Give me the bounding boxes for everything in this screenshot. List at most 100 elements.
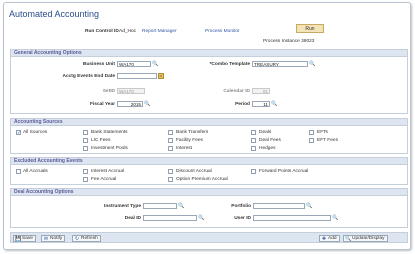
process-instance-label: Process Instance — [263, 39, 300, 44]
efts-label: EFTs — [317, 130, 328, 135]
bank-transfers-checkbox[interactable] — [168, 130, 173, 135]
calendar-icon[interactable]: 31 — [158, 73, 164, 79]
general-accounting-options-header: General Accounting Options — [11, 50, 407, 57]
option-premium-accrual-label: Option Premium Accrual — [176, 177, 228, 182]
add-icon: ✚ — [321, 236, 327, 242]
page-title: Automated Accounting — [9, 9, 100, 19]
deal-id-lookup-icon[interactable]: 🔍 — [198, 215, 204, 221]
run-button[interactable]: Run — [296, 24, 324, 33]
instrument-type-input[interactable] — [143, 203, 177, 209]
deals-checkbox[interactable] — [251, 130, 256, 135]
events-end-date-input[interactable] — [117, 73, 157, 79]
fee-accrual-checkbox[interactable] — [83, 177, 88, 182]
save-button[interactable]: 💾 Save — [13, 235, 36, 242]
instrument-type-label: Instrument Type — [104, 204, 141, 209]
report-manager-link[interactable]: Report Manager — [142, 29, 177, 34]
interest-checkbox[interactable] — [168, 146, 173, 151]
deal-accounting-options-section: Deal Accounting Options Instrument Type … — [10, 188, 408, 228]
all-sources-checkbox[interactable]: ✓ — [16, 130, 21, 135]
business-unit-lookup-icon[interactable]: 🔍 — [152, 61, 158, 67]
lic-fees-label: LIC Fees — [91, 138, 111, 143]
update-display-button-label: Update/Display — [352, 236, 385, 241]
deal-fees-checkbox[interactable] — [251, 138, 256, 143]
update-display-icon: 🔍 — [345, 236, 352, 242]
period-label: Period — [235, 102, 250, 107]
option-premium-accrual-checkbox[interactable] — [168, 177, 173, 182]
setid-input: WA170 — [117, 88, 145, 94]
eft-fees-label: EFT Fees — [317, 138, 338, 143]
fiscal-year-lookup-icon[interactable]: 🔍 — [144, 101, 150, 107]
update-display-button[interactable]: 🔍 Update/Display — [343, 235, 388, 242]
discount-accrual-label: Discount Accrual — [176, 169, 212, 174]
portfolio-label: Portfolio — [231, 204, 251, 209]
add-button-label: Add — [328, 236, 337, 241]
excluded-accounting-events-header: Excluded Accounting Events — [11, 158, 407, 165]
instrument-type-lookup-icon[interactable]: 🔍 — [178, 203, 184, 209]
run-control-label: Run Control ID — [85, 29, 119, 34]
discount-accrual-checkbox[interactable] — [168, 169, 173, 174]
setid-label: SetID — [102, 89, 115, 94]
all-accruals-label: All Accruals — [23, 169, 48, 174]
fee-accrual-label: Fee Accrual — [91, 177, 117, 182]
bank-statements-label: Bank Statements — [91, 130, 128, 135]
investment-pools-label: Investment Pools — [91, 146, 128, 151]
general-accounting-options-section: General Accounting Options Business Unit… — [10, 49, 408, 114]
run-control-value: Ad_Hoc — [119, 29, 137, 34]
all-accruals-checkbox[interactable] — [16, 169, 21, 174]
interest-accrual-label: Interest Accrual — [91, 169, 125, 174]
calendar-id-input: 01 — [252, 88, 270, 94]
save-icon: 💾 — [15, 236, 22, 242]
portfolio-input[interactable] — [253, 203, 305, 209]
refresh-button[interactable]: ↻ Refresh — [72, 235, 101, 242]
deal-id-label: Deal ID — [124, 216, 141, 221]
all-sources-label: All Sources — [23, 130, 48, 135]
fiscal-year-input[interactable]: 2015 — [117, 101, 143, 107]
deal-accounting-options-header: Deal Accounting Options — [11, 189, 407, 196]
period-lookup-icon[interactable]: 🔍 — [271, 101, 277, 107]
forward-points-accrual-label: Forward Points Accrual — [259, 169, 309, 174]
refresh-button-label: Refresh — [81, 236, 98, 241]
facility-fees-checkbox[interactable] — [168, 138, 173, 143]
calendar-id-label: Calendar ID — [223, 89, 250, 94]
process-instance-value: 39023 — [301, 39, 315, 44]
add-button[interactable]: ✚ Add — [319, 235, 340, 242]
investment-pools-checkbox[interactable] — [83, 146, 88, 151]
deal-fees-label: Deal Fees — [259, 138, 281, 143]
events-end-date-label: Acctg Events End Date — [62, 74, 115, 79]
lic-fees-checkbox[interactable] — [83, 138, 88, 143]
period-input[interactable]: 11 — [252, 101, 270, 107]
fiscal-year-label: Fiscal Year — [90, 102, 115, 107]
deal-id-input[interactable] — [143, 215, 197, 221]
combo-template-lookup-icon[interactable]: 🔍 — [309, 61, 315, 67]
accounting-sources-header: Accounting Sources — [11, 119, 407, 126]
bank-statements-checkbox[interactable] — [83, 130, 88, 135]
portfolio-lookup-icon[interactable]: 🔍 — [306, 203, 312, 209]
efts-checkbox[interactable] — [309, 130, 314, 135]
deals-label: Deals — [259, 130, 272, 135]
excluded-accounting-events-section: Excluded Accounting Events All Accruals … — [10, 157, 408, 185]
user-id-label: User ID — [234, 216, 251, 221]
accounting-sources-section: Accounting Sources ✓ All Sources Bank St… — [10, 118, 408, 154]
eft-fees-checkbox[interactable] — [309, 138, 314, 143]
bottom-toolbar: 💾 Save ✉ Notify ↻ Refresh ✚ Add 🔍 Update… — [10, 232, 408, 243]
hedges-checkbox[interactable] — [251, 146, 256, 151]
interest-accrual-checkbox[interactable] — [83, 169, 88, 174]
hedges-label: Hedges — [259, 146, 276, 151]
process-monitor-link[interactable]: Process Monitor — [205, 29, 240, 34]
facility-fees-label: Facility Fees — [176, 138, 203, 143]
process-instance: Process Instance 39023 — [263, 39, 314, 44]
business-unit-label: Business Unit — [83, 62, 115, 67]
user-id-input[interactable] — [253, 215, 331, 221]
notify-icon: ✉ — [43, 236, 49, 242]
combo-template-input[interactable]: TREASURY — [252, 61, 308, 67]
refresh-icon: ↻ — [74, 236, 80, 242]
notify-button[interactable]: ✉ Notify — [41, 235, 66, 242]
forward-points-accrual-checkbox[interactable] — [251, 169, 256, 174]
bank-transfers-label: Bank Transfers — [176, 130, 209, 135]
save-button-label: Save — [22, 236, 33, 241]
combo-template-label: *Combo Template — [209, 62, 250, 67]
notify-button-label: Notify — [50, 236, 63, 241]
business-unit-input[interactable]: WA170 — [117, 61, 151, 67]
user-id-lookup-icon[interactable]: 🔍 — [332, 215, 338, 221]
interest-label: Interest — [176, 146, 192, 151]
